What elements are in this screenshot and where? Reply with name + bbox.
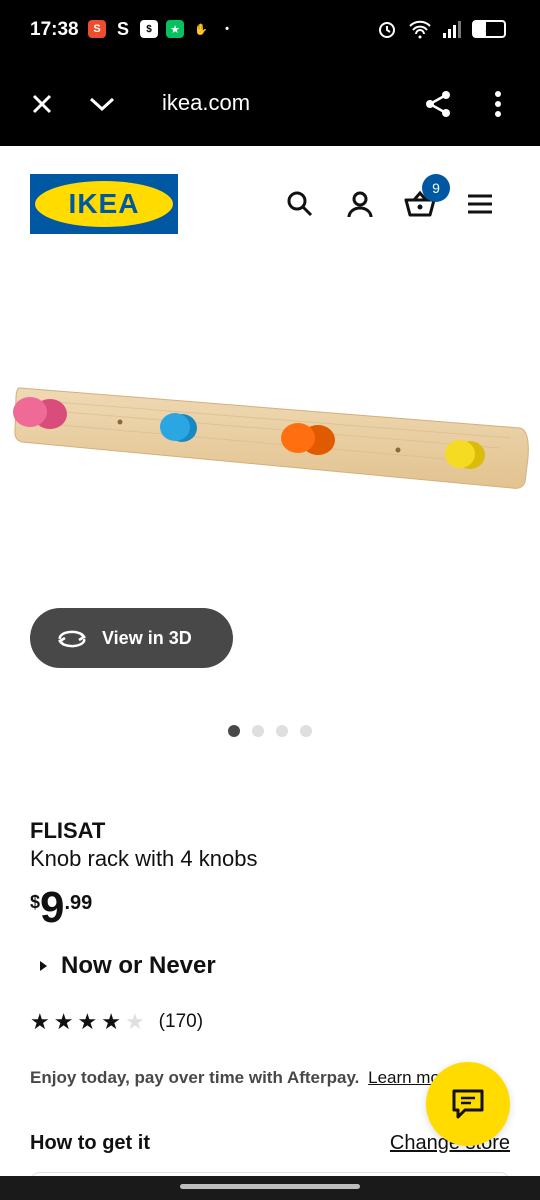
system-icons: 8	[376, 18, 506, 40]
product-name: FLISAT	[30, 818, 106, 843]
notification-icons: S S $ ★ ✋ •	[88, 18, 236, 39]
status-bar: 17:38 S S $ ★ ✋ • 8	[0, 0, 540, 62]
close-icon	[32, 94, 52, 114]
share-button[interactable]	[420, 86, 456, 122]
profile-button[interactable]	[344, 188, 376, 220]
battery-icon: 8	[472, 20, 506, 38]
rating[interactable]: ★ ★ ★ ★ ★ (170)	[30, 1010, 203, 1034]
product-price: $ 9 .99	[30, 886, 92, 930]
afterpay-note: Enjoy today, pay over time with Afterpay…	[30, 1068, 455, 1088]
hand-icon: ✋	[194, 23, 208, 36]
knob-blue	[160, 413, 197, 442]
knob-orange	[281, 423, 335, 455]
caret-right-icon	[40, 961, 47, 971]
menu-button[interactable]	[464, 188, 496, 220]
chat-icon	[452, 1089, 484, 1119]
wechat-icon: ★	[166, 20, 184, 38]
product-image[interactable]	[0, 330, 540, 530]
site-header: IKEA	[0, 146, 540, 256]
rotate-360-icon	[57, 630, 87, 648]
shopee-icon: S	[88, 20, 106, 38]
s-icon: S	[116, 18, 129, 39]
dot-icon: •	[225, 23, 229, 35]
how-to-get-it-heading: How to get it	[30, 1132, 150, 1154]
star-filled-icon: ★	[77, 1009, 98, 1034]
user-icon	[347, 191, 373, 218]
alarm-icon	[379, 22, 395, 38]
shopping-bag-icon: $	[140, 20, 158, 38]
view-in-3d-button[interactable]: View in 3D	[30, 608, 233, 668]
price-integer: 9	[40, 883, 65, 932]
home-gesture-handle[interactable]	[180, 1184, 360, 1189]
carousel-dot[interactable]	[276, 725, 288, 737]
close-button[interactable]	[24, 86, 60, 122]
star-filled-icon: ★	[53, 1009, 74, 1034]
star-filled-icon: ★	[30, 1009, 50, 1034]
afterpay-text: Enjoy today, pay over time with Afterpay…	[30, 1068, 360, 1087]
knob-pink	[13, 397, 67, 429]
view-in-3d-label: View in 3D	[102, 627, 192, 648]
star-empty-icon: ★	[124, 1009, 145, 1034]
logo-text: IKEA	[68, 188, 140, 219]
search-button[interactable]	[284, 188, 316, 220]
chat-button[interactable]	[426, 1062, 510, 1146]
search-icon	[287, 191, 313, 217]
cart-count-badge: 9	[422, 174, 450, 202]
now-or-never-label: Now or Never	[61, 952, 216, 979]
star-filled-icon: ★	[101, 1009, 121, 1034]
price-currency: $	[30, 892, 41, 912]
share-icon	[426, 91, 450, 117]
logo-oval: IKEA	[35, 181, 173, 227]
ikea-logo[interactable]: IKEA	[30, 174, 178, 234]
more-button[interactable]	[480, 86, 516, 122]
battery-level: 8	[485, 21, 493, 37]
url-text[interactable]: ikea.com	[162, 90, 250, 116]
more-vertical-icon	[495, 91, 501, 117]
signal-icon	[443, 21, 461, 38]
carousel-dot[interactable]	[300, 725, 312, 737]
product-description: Knob rack with 4 knobs	[30, 846, 258, 871]
now-or-never-toggle[interactable]: Now or Never	[40, 952, 216, 980]
chevron-down-icon	[89, 97, 115, 112]
rating-count: (170)	[158, 1011, 204, 1032]
system-nav-bar	[0, 1176, 540, 1200]
carousel-dot[interactable]	[252, 725, 264, 737]
wifi-icon	[409, 20, 431, 39]
collapse-button[interactable]	[84, 86, 120, 122]
carousel-dot[interactable]	[228, 725, 240, 737]
browser-toolbar: ikea.com	[0, 62, 540, 146]
status-time: 17:38	[30, 19, 79, 40]
knob-yellow	[445, 440, 485, 469]
hamburger-icon	[468, 194, 492, 214]
carousel-dots	[228, 725, 312, 737]
price-decimal: .99	[64, 892, 93, 914]
